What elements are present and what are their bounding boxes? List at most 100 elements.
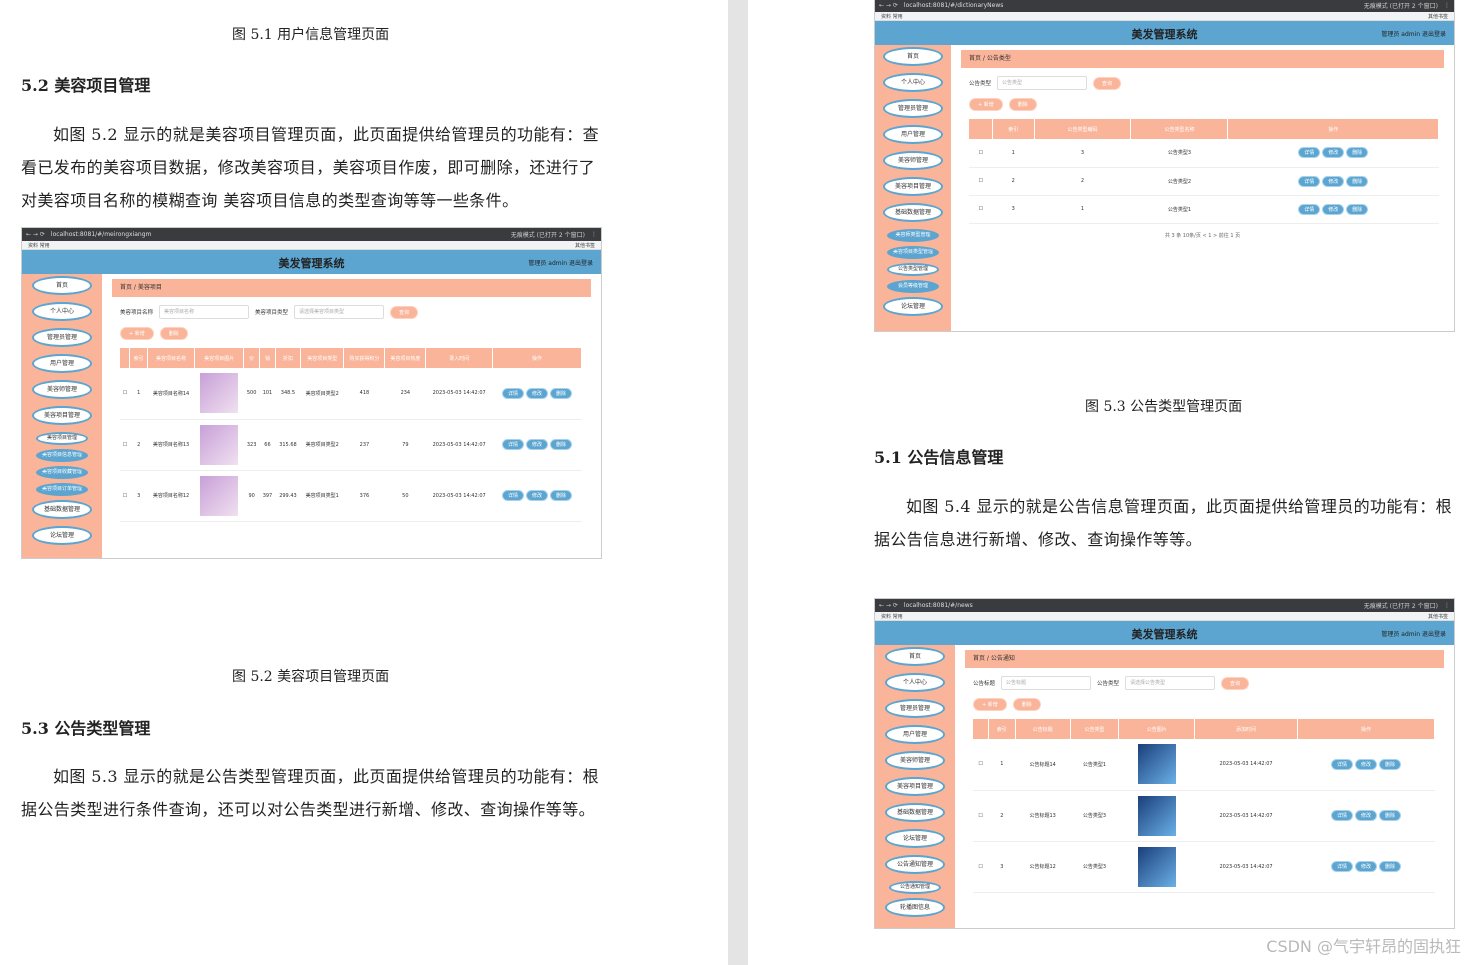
browser-bar: ← → ⟳ localhost:8081/#/meirongxiangm 无痕模… xyxy=(22,228,601,241)
page-gutter xyxy=(728,0,748,965)
nav-icons: ← → ⟳ xyxy=(26,231,45,238)
table-cell: 详情 修改 删除 xyxy=(1297,739,1435,791)
app-title: 美发管理系统 xyxy=(1131,628,1198,641)
row-checkbox: ☐ xyxy=(969,195,993,224)
row-checkbox: ☐ xyxy=(973,739,989,791)
submenu-item: 美容项目类型管理 xyxy=(887,246,939,259)
table-header-cell: 索引 xyxy=(988,719,1016,739)
data-table: 索引 公告类型编码 公告类型名称 操作 ☐ 1 3 公告类型3 详情 修改 删除 ☐ 2 2 公告类型2 详… xyxy=(969,119,1439,224)
table-cell: 3 xyxy=(988,841,1016,893)
menu-item: 首页 xyxy=(883,47,943,66)
breadcrumb: 首页 / 公告通知 xyxy=(965,650,1444,668)
edit-button: 修改 xyxy=(526,439,549,450)
product-image xyxy=(200,373,239,414)
detail-button: 详情 xyxy=(1298,203,1321,215)
menu-item: 美容项目管理 xyxy=(885,777,945,796)
table-header-cell: 折扣 xyxy=(275,348,302,368)
nav-icons: ← → ⟳ xyxy=(879,602,898,609)
main-content: 首页 / 美容项目 美容项目名称 美容项目名称 美容项目类型 请选择美容项目类型… xyxy=(102,274,601,558)
table-cell: 公告类型3 xyxy=(1070,841,1119,893)
menu-item: 基础数据管理 xyxy=(32,500,92,519)
table-cell: 详情 修改 删除 xyxy=(1227,167,1439,196)
menu-item: 基础数据管理 xyxy=(885,803,945,822)
search-bar: 公告类型 公告类型 查询 xyxy=(951,68,1454,90)
table-cell xyxy=(194,470,244,522)
bookmarks: 资料 常用 xyxy=(28,242,50,249)
browser-status: 无痕模式 (已打开 2 个窗口) xyxy=(1363,603,1438,610)
browser-status: 无痕模式 (已打开 2 个窗口) xyxy=(510,232,585,239)
submenu-item: 公告通知管理 xyxy=(885,855,945,874)
detail-button: 详情 xyxy=(502,490,525,501)
table-header-cell: 公告类型编码 xyxy=(1034,119,1132,139)
table-cell: 1 xyxy=(988,739,1016,791)
figure-caption: 图 5.3 公告类型管理页面 xyxy=(1085,399,1243,415)
table-cell: 2023-05-03 14:42:07 xyxy=(1194,739,1298,791)
submenu-item: 美容项目订单管理 xyxy=(36,483,88,496)
address-bar: localhost:8081/#/meirongxiangm xyxy=(50,231,152,238)
notice-image xyxy=(1137,744,1176,785)
table-cell: 2023-05-03 14:42:07 xyxy=(1194,841,1298,893)
menu-item: 论坛管理 xyxy=(885,829,945,848)
menu-item: 美容师管理 xyxy=(32,380,92,399)
table-cell: 315.68 xyxy=(275,419,301,471)
edit-button: 修改 xyxy=(1322,203,1345,215)
submenu-item: 美容项目信息管理 xyxy=(36,449,88,462)
product-image xyxy=(200,424,239,465)
table-cell: 美容项目名称12 xyxy=(147,470,195,522)
document-page-right: ← → ⟳ localhost:8081/#/dictionaryNews 无痕… xyxy=(748,0,1475,965)
table-cell: 348.5 xyxy=(275,368,301,420)
edit-button: 修改 xyxy=(1354,861,1377,872)
remove-button: 删除 xyxy=(1346,147,1369,159)
table-cell: 2023-05-03 14:42:07 xyxy=(425,470,493,522)
detail-button: 详情 xyxy=(1298,175,1321,187)
delete-button: 删除 xyxy=(1008,98,1037,111)
bookmarks: 资料 常用 xyxy=(881,13,903,20)
menu-item: 基础数据管理 xyxy=(883,203,943,222)
edit-button: 修改 xyxy=(1354,810,1377,821)
table-cell: 详情 修改 删除 xyxy=(492,470,582,522)
browser-status: 无痕模式 (已打开 2 个窗口) xyxy=(1363,3,1438,10)
table-cell: 美容项目名称13 xyxy=(147,419,195,471)
menu-item: 个人中心 xyxy=(883,73,943,92)
edit-button: 修改 xyxy=(1354,758,1377,770)
table-row: ☐ 1 公告标题14 公告类型1 2023-05-03 14:42:07 详情 修改 删除 xyxy=(973,739,1435,791)
table-cell: 234 xyxy=(384,368,426,420)
table-header-cell: 购买获得积分 xyxy=(343,348,386,368)
table-cell: 397 xyxy=(259,470,276,522)
table-cell xyxy=(1118,739,1195,791)
screenshot-beauty-project: ← → ⟳ localhost:8081/#/meirongxiangm 无痕模… xyxy=(21,227,602,559)
search-button: 查询 xyxy=(1093,76,1122,90)
delete-button: 删除 xyxy=(159,327,188,340)
table-cell: 376 xyxy=(343,470,385,522)
table-header-cell: 操作 xyxy=(1297,719,1436,739)
search-bar: 美容项目名称 美容项目名称 美容项目类型 请选择美容项目类型 查询 xyxy=(102,297,601,319)
table-header-cell: 录入时间 xyxy=(425,348,494,368)
table-cell: 500 xyxy=(243,368,260,420)
row-checkbox: ☐ xyxy=(973,790,989,842)
screenshot-notice-type: ← → ⟳ localhost:8081/#/dictionaryNews 无痕… xyxy=(874,0,1455,332)
table-cell: 323 xyxy=(243,419,260,471)
bookmarks: 资料 常用 xyxy=(881,613,903,620)
app-header: 美发管理系统 管理员 admin 退出登录 xyxy=(22,250,601,274)
search-input: 公告类型 xyxy=(997,76,1088,90)
search-input: 公告标题 xyxy=(1001,676,1092,690)
bookmarks-other: 其他书签 xyxy=(1427,613,1448,620)
remove-button: 删除 xyxy=(550,387,573,399)
edit-button: 修改 xyxy=(1322,175,1345,187)
pagination-text: 共 3 条 10条/页 < 1 > 前往 1 页 xyxy=(1164,232,1241,239)
table-header-cell xyxy=(973,719,989,739)
table-cell: 美容项目类型1 xyxy=(300,470,344,522)
table-cell: 公告类型2 xyxy=(1130,167,1228,196)
menu-item: 管理员管理 xyxy=(883,99,943,118)
menu-item: 首页 xyxy=(885,647,945,666)
table-cell: 美容项目名称14 xyxy=(147,368,195,420)
table-cell: 418 xyxy=(343,368,385,420)
table-cell: 2 xyxy=(988,790,1016,842)
table-cell: 237 xyxy=(343,419,385,471)
menu-item: 用户管理 xyxy=(883,125,943,144)
table-header-cell: 公告标题 xyxy=(1015,719,1071,739)
table-cell: 公告类型3 xyxy=(1070,790,1119,842)
edit-button: 修改 xyxy=(526,387,549,399)
row-checkbox: ☐ xyxy=(969,167,993,196)
menu-icon: ⋮ xyxy=(1444,2,1450,9)
